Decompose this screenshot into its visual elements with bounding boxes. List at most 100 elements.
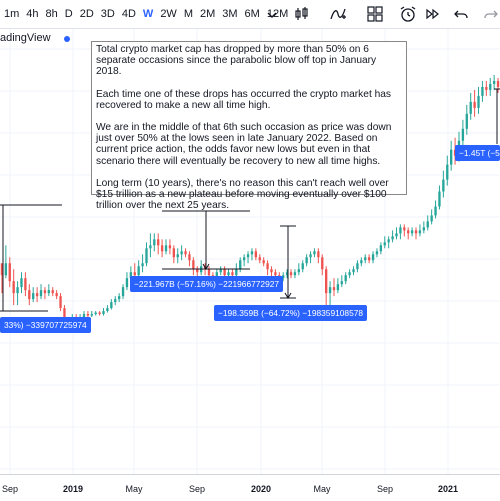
note-paragraph-1: Total crypto market cap has dropped by m… <box>96 44 377 78</box>
candle-body <box>8 263 11 282</box>
candle-body <box>24 278 27 291</box>
timeframe-4h[interactable]: 4h <box>26 8 38 20</box>
candle-body <box>410 230 414 234</box>
timeframe-2m[interactable]: 2M <box>200 8 215 20</box>
candle-body <box>477 95 480 108</box>
candle-body <box>180 251 183 255</box>
candle-body <box>258 257 261 261</box>
candle-body <box>145 248 148 264</box>
candle-body <box>117 296 121 300</box>
candle-body <box>16 287 19 294</box>
layout-icon[interactable] <box>366 5 384 23</box>
candle-body <box>481 86 484 96</box>
candle-body <box>360 260 363 264</box>
timeframe-8h[interactable]: 8h <box>46 8 58 20</box>
candle-body <box>196 269 199 273</box>
timeframe-4d[interactable]: 4D <box>122 8 136 20</box>
candle-body <box>442 179 445 192</box>
x-tick-label: May <box>125 484 143 494</box>
timeframe-6m[interactable]: 6M <box>245 8 260 20</box>
toolbar: 1m 4h 8h D 2D 3D 4D W 2W M 2M 3M 6M 12M <box>0 0 500 29</box>
timeframe-3d[interactable]: 3D <box>101 8 115 20</box>
candle-body <box>12 281 15 294</box>
indicators-icon[interactable] <box>329 5 347 23</box>
candle-body <box>188 254 191 261</box>
candle-body <box>450 149 453 165</box>
candle-body <box>114 299 117 303</box>
candle-body <box>489 83 492 90</box>
candle-body <box>309 254 312 258</box>
candle-body <box>168 245 172 249</box>
watermark-dot <box>64 36 70 42</box>
text-note[interactable]: Total crypto market cap has dropped by m… <box>91 41 407 211</box>
candle-body <box>301 263 304 270</box>
measure-label-1[interactable]: 33%) −339707725974 <box>0 317 91 333</box>
timeframe-2d[interactable]: 2D <box>80 8 94 20</box>
measure-label-3[interactable]: −198.359B (−64.72%) −198359108578 <box>214 305 368 321</box>
timeframe-m[interactable]: M <box>184 8 193 20</box>
redo-icon[interactable] <box>482 5 500 23</box>
candle-body <box>325 269 328 294</box>
candle-body <box>207 269 211 276</box>
note-paragraph-2: Each time one of these drops has occurre… <box>96 88 392 111</box>
x-tick-label: Sep <box>376 484 394 494</box>
candle-body <box>141 263 144 267</box>
candle-body <box>32 293 35 300</box>
candle-body <box>434 206 437 216</box>
candle-body <box>39 290 43 297</box>
candle-body <box>430 215 433 222</box>
candle-body <box>367 257 371 261</box>
measure-label-2[interactable]: −221.967B (−57.16%) −221966772927 <box>130 276 284 292</box>
timeframe-w[interactable]: W <box>143 8 153 20</box>
x-tick-label: Sep <box>1 484 19 494</box>
candle-body <box>379 245 383 252</box>
candle-body <box>496 80 500 87</box>
candle-body <box>328 287 332 294</box>
time-axis[interactable]: Sep 2019 May Sep 2020 May Sep 2021 <box>0 474 500 501</box>
timeframe-1m[interactable]: 1m <box>4 8 19 20</box>
timeframe-d[interactable]: D <box>65 8 73 20</box>
candle-body <box>262 260 265 264</box>
candle-body <box>43 290 47 294</box>
candle-body <box>356 263 359 270</box>
candle-body <box>407 230 410 234</box>
bar-style-icon[interactable] <box>293 5 311 23</box>
alert-icon[interactable] <box>399 5 417 23</box>
candle-body <box>352 269 355 273</box>
timeframe-2w[interactable]: 2W <box>160 8 177 20</box>
candle-body <box>313 251 316 255</box>
candle-body <box>227 272 230 276</box>
candle-body <box>297 269 300 273</box>
candle-body <box>399 227 402 234</box>
candle-body <box>176 254 179 258</box>
timeframe-3m[interactable]: 3M <box>222 8 237 20</box>
candle-body <box>289 272 293 276</box>
candle-body <box>383 242 386 246</box>
undo-icon[interactable] <box>452 5 470 23</box>
candle-body <box>266 263 269 270</box>
candle-body <box>391 236 394 240</box>
candle-body <box>414 230 418 234</box>
candle-body <box>102 311 105 315</box>
chevron-down-icon[interactable] <box>267 6 277 24</box>
replay-icon[interactable] <box>423 5 441 23</box>
x-tick-label: 2019 <box>62 484 84 494</box>
candle-body <box>446 164 449 180</box>
candle-body <box>192 260 195 270</box>
candle-body <box>219 269 222 273</box>
candle-body <box>438 191 441 207</box>
candle-body <box>395 233 398 237</box>
candle-body <box>106 308 109 312</box>
candle-body <box>254 251 258 258</box>
watermark-logo-text: adingView <box>0 32 51 44</box>
measure-label-4[interactable]: −1.45T (−5 <box>455 145 500 161</box>
candle-body <box>348 272 351 276</box>
candle-body <box>90 314 93 316</box>
candle-body <box>47 290 50 294</box>
candle-body <box>20 278 23 288</box>
candle-body <box>403 227 406 231</box>
candle-body <box>133 272 136 276</box>
candle-body <box>239 260 242 270</box>
candle-body <box>4 263 8 276</box>
candle-body <box>153 239 156 246</box>
